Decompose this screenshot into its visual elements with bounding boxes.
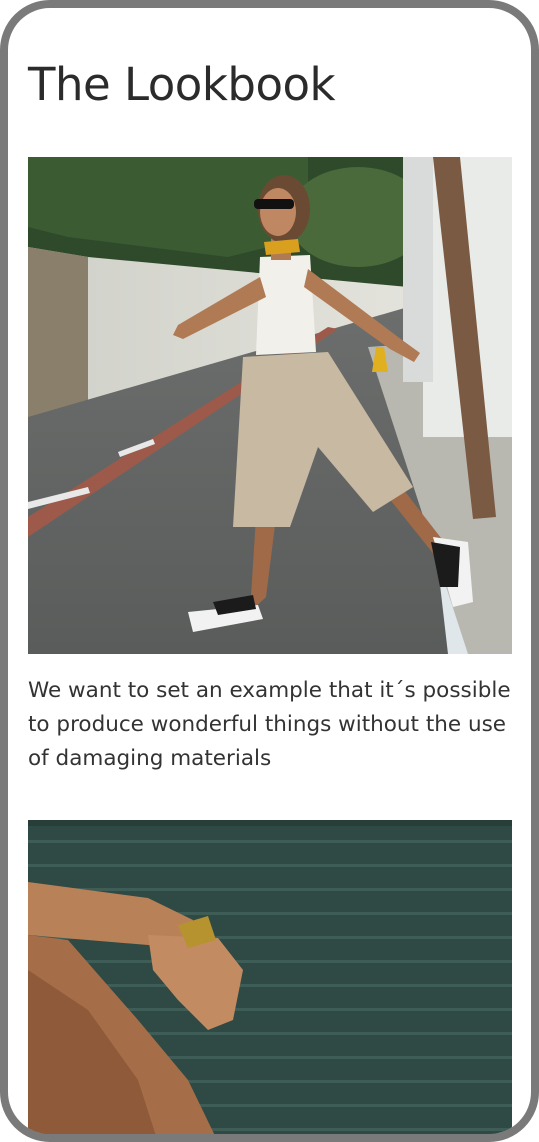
- lookbook-photo-street[interactable]: [28, 157, 512, 654]
- phone-frame: The Lookbook We want to set an example t…: [0, 0, 539, 1142]
- street-scene-image: [28, 157, 512, 654]
- shutter-arm-image: [28, 820, 512, 1134]
- page-title: The Lookbook: [28, 58, 336, 111]
- lookbook-caption: We want to set an example that it´s poss…: [28, 678, 511, 771]
- lookbook-page: The Lookbook We want to set an example t…: [28, 8, 512, 1134]
- lookbook-photo-shutter[interactable]: [28, 820, 512, 1134]
